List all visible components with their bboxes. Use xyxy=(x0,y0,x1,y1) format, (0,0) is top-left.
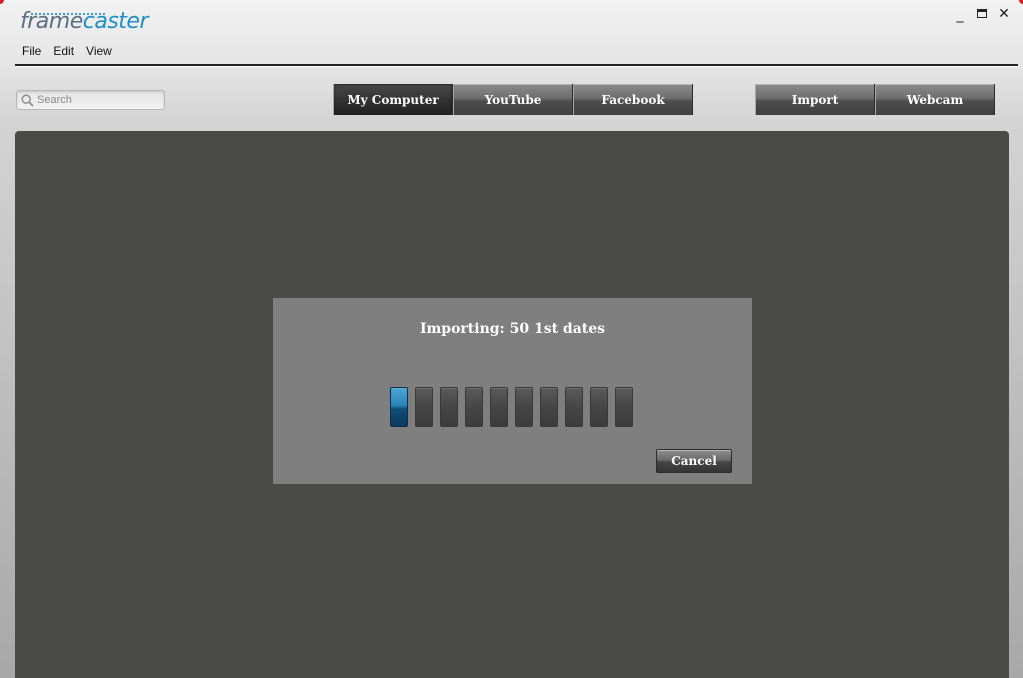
maximize-icon xyxy=(977,9,987,18)
search-box[interactable] xyxy=(16,90,165,110)
menu-bar: File Edit View xyxy=(16,43,118,59)
menu-file[interactable]: File xyxy=(16,43,47,59)
window-controls: _ ✕ xyxy=(953,6,1011,23)
progress-block xyxy=(440,387,458,427)
menu-view[interactable]: View xyxy=(80,43,118,59)
tab-youtube[interactable]: YouTube xyxy=(453,84,573,115)
import-button[interactable]: Import xyxy=(755,84,875,115)
progress-block xyxy=(590,387,608,427)
import-progress-bar xyxy=(390,387,633,427)
search-icon xyxy=(21,93,34,107)
window-corner-accent xyxy=(1019,0,1023,4)
progress-block xyxy=(465,387,483,427)
progress-block xyxy=(490,387,508,427)
minimize-button[interactable]: _ xyxy=(953,6,967,23)
window-corner-accent xyxy=(0,0,4,4)
progress-block xyxy=(515,387,533,427)
close-icon: ✕ xyxy=(998,6,1010,22)
dialog-title: Importing: 50 1st dates xyxy=(419,321,606,337)
framecaster-logo: framecaster xyxy=(20,8,149,36)
search-input[interactable] xyxy=(37,94,157,106)
tab-my-computer[interactable]: My Computer xyxy=(333,84,453,115)
import-dialog: Importing: 50 1st dates Cancel xyxy=(273,298,752,484)
webcam-button[interactable]: Webcam xyxy=(875,84,995,115)
menu-edit[interactable]: Edit xyxy=(47,43,80,59)
tab-facebook[interactable]: Facebook xyxy=(573,84,693,115)
progress-block xyxy=(615,387,633,427)
maximize-button[interactable] xyxy=(975,6,989,22)
source-tabs: My Computer YouTube Facebook xyxy=(333,84,693,115)
progress-block xyxy=(390,387,408,427)
logo-dots xyxy=(30,12,105,16)
close-button[interactable]: ✕ xyxy=(997,6,1011,22)
menu-divider xyxy=(15,64,1018,66)
progress-block xyxy=(540,387,558,427)
action-buttons: Import Webcam xyxy=(755,84,995,115)
progress-block xyxy=(415,387,433,427)
cancel-button[interactable]: Cancel xyxy=(656,449,732,473)
progress-block xyxy=(565,387,583,427)
minimize-icon: _ xyxy=(956,7,964,23)
